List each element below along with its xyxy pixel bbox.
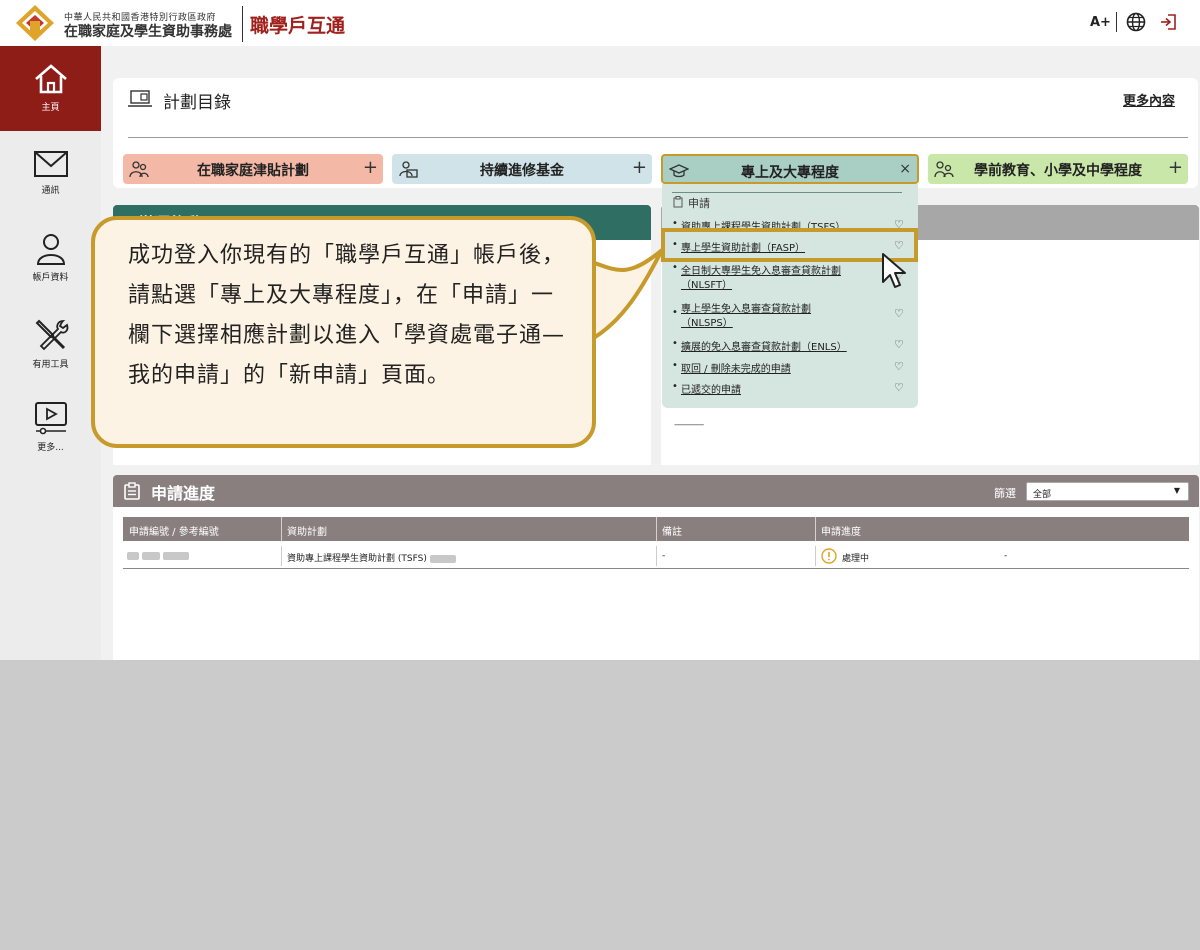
sidebar-item-home[interactable]: 主頁	[0, 46, 101, 131]
brand-name[interactable]: 職學戶互通	[250, 11, 345, 38]
expand-icon[interactable]: +	[1168, 157, 1183, 178]
filter-value: 全部	[1033, 490, 1052, 500]
expand-icon[interactable]: +	[363, 157, 378, 178]
close-icon[interactable]: ×	[899, 161, 911, 177]
table-row[interactable]: 資助專上課程學生資助計劃 (TSFS)	[287, 551, 456, 564]
chevron-down-icon: ▼	[1173, 486, 1180, 495]
instruction-text: 成功登入你現有的「職學戶互通」帳戶後，請點選「專上及大專程度」，在「申請」一欄下…	[128, 243, 566, 388]
logo-icon[interactable]	[14, 3, 56, 43]
sidebar-item-label: 有用工具	[32, 360, 69, 370]
sidebar-item-label: 通訊	[41, 186, 60, 196]
plan-catalog-title: 計劃目錄	[163, 93, 231, 113]
mouse-pointer-icon	[882, 253, 906, 288]
tab-continuing-education[interactable]: 持續進修基金 +	[392, 154, 652, 184]
tools-icon	[35, 319, 68, 351]
info-icon	[821, 548, 837, 564]
scheme-name: 資助專上課程學生資助計劃 (TSFS)	[287, 554, 427, 564]
font-size-button[interactable]: A+	[1090, 15, 1111, 30]
tab-label: 持續進修基金	[480, 163, 564, 179]
redacted-reference	[127, 551, 189, 561]
mail-icon	[33, 151, 68, 177]
tab-label: 學前教育、小學及中學程度	[974, 163, 1142, 179]
remark-value: -	[662, 551, 666, 561]
divider	[672, 192, 902, 193]
sidebar-item-label: 主頁	[41, 103, 60, 113]
divider	[128, 137, 1188, 138]
extra-value: -	[1004, 551, 1008, 561]
header-divider	[242, 6, 243, 42]
menu-item-label[interactable]: （NLSPS）	[681, 314, 733, 329]
expand-icon[interactable]: +	[632, 157, 647, 178]
sidebar-item-tools[interactable]: 有用工具	[0, 301, 101, 386]
column-header: 申請進度	[821, 527, 861, 538]
home-icon	[34, 64, 67, 94]
sidebar-item-messages[interactable]: 通訊	[0, 131, 101, 216]
header-divider	[1116, 12, 1117, 32]
column-header: 備註	[662, 527, 682, 538]
menu-item-label[interactable]: （NLSFT）	[681, 276, 732, 291]
placeholder-dashes: -------------	[674, 420, 704, 430]
sidebar-item-account[interactable]: 帳戶資料	[0, 216, 101, 301]
filter-select[interactable]: 全部 ▼	[1026, 482, 1189, 501]
user-icon	[36, 234, 65, 265]
favorite-heart-icon[interactable]: ♡	[894, 338, 904, 351]
menu-item-label[interactable]: 擴展的免入息審查貸款計劃（ENLS）	[681, 338, 847, 353]
sidebar-item-more[interactable]: 更多...	[0, 386, 101, 471]
apply-section-header: 申請	[688, 197, 710, 210]
sidebar-item-label: 更多...	[37, 443, 64, 453]
row-divider	[123, 568, 1189, 569]
tab-working-family[interactable]: 在職家庭津貼計劃 +	[123, 154, 383, 184]
tab-school-education[interactable]: 學前教育、小學及中學程度 +	[928, 154, 1188, 184]
favorite-heart-icon[interactable]: ♡	[894, 360, 904, 373]
clipboard-icon	[673, 196, 683, 208]
video-icon	[34, 402, 67, 435]
sidebar-item-label: 帳戶資料	[32, 273, 69, 283]
more-content-link[interactable]: 更多內容	[1123, 90, 1175, 109]
menu-item-label[interactable]: 已遞交的申請	[681, 381, 741, 396]
filter-label: 篩選	[994, 487, 1016, 500]
tab-tertiary-education[interactable]: 專上及大專程度 ×	[661, 154, 919, 184]
clipboard-check-icon	[124, 482, 140, 500]
column-header: 申請編號 / 參考編號	[129, 527, 219, 538]
menu-item-label[interactable]: 取回 / 刪除未完成的申請	[681, 360, 791, 375]
tab-label: 專上及大專程度	[741, 165, 839, 181]
progress-title: 申請進度	[151, 484, 216, 503]
logout-icon[interactable]	[1159, 13, 1177, 31]
favorite-heart-icon[interactable]: ♡	[894, 381, 904, 394]
column-header: 資助計劃	[287, 527, 327, 538]
status-badge: 處理中	[842, 554, 870, 564]
menu-item-label[interactable]: 全日制大專學生免入息審查貸款計劃	[681, 262, 841, 277]
org-name: 在職家庭及學生資助事務處	[64, 24, 232, 40]
laptop-icon	[128, 90, 152, 107]
favorite-heart-icon[interactable]: ♡	[894, 307, 904, 320]
tab-label: 在職家庭津貼計劃	[197, 163, 309, 179]
globe-icon[interactable]	[1126, 12, 1146, 32]
callout-tail	[586, 248, 664, 342]
menu-item-label[interactable]: 專上學生免入息審查貸款計劃	[681, 300, 811, 315]
